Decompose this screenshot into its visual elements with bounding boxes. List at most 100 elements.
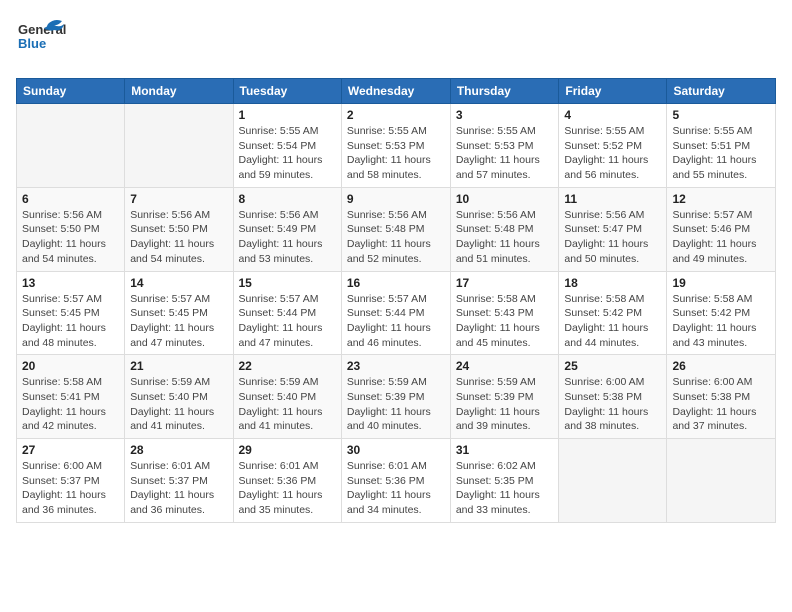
calendar-cell: 20 Sunrise: 5:58 AMSunset: 5:41 PMDayligh… (17, 355, 125, 439)
calendar-cell: 10 Sunrise: 5:56 AMSunset: 5:48 PMDayligh… (450, 187, 559, 271)
day-info: Sunrise: 5:57 AMSunset: 5:45 PMDaylight:… (22, 292, 119, 351)
calendar-cell: 29 Sunrise: 6:01 AMSunset: 5:36 PMDayligh… (233, 439, 341, 523)
calendar-cell: 11 Sunrise: 5:56 AMSunset: 5:47 PMDayligh… (559, 187, 667, 271)
calendar-cell: 27 Sunrise: 6:00 AMSunset: 5:37 PMDayligh… (17, 439, 125, 523)
day-info: Sunrise: 5:56 AMSunset: 5:48 PMDaylight:… (347, 208, 445, 267)
day-info: Sunrise: 6:01 AMSunset: 5:36 PMDaylight:… (239, 459, 336, 518)
day-number: 19 (672, 276, 770, 290)
day-number: 23 (347, 359, 445, 373)
day-info: Sunrise: 5:58 AMSunset: 5:42 PMDaylight:… (672, 292, 770, 351)
day-number: 13 (22, 276, 119, 290)
day-number: 6 (22, 192, 119, 206)
calendar-cell: 16 Sunrise: 5:57 AMSunset: 5:44 PMDayligh… (341, 271, 450, 355)
calendar-week-row: 6 Sunrise: 5:56 AMSunset: 5:50 PMDaylight… (17, 187, 776, 271)
calendar-cell: 17Sunrise: 5:58 AMSunset: 5:43 PMDayligh… (450, 271, 559, 355)
calendar-week-row: 1Sunrise: 5:55 AMSunset: 5:54 PMDaylight… (17, 104, 776, 188)
day-info: Sunrise: 5:58 AMSunset: 5:41 PMDaylight:… (22, 375, 119, 434)
day-info: Sunrise: 6:00 AMSunset: 5:38 PMDaylight:… (672, 375, 770, 434)
day-info: Sunrise: 5:59 AMSunset: 5:40 PMDaylight:… (130, 375, 227, 434)
day-info: Sunrise: 6:01 AMSunset: 5:37 PMDaylight:… (130, 459, 227, 518)
calendar-cell: 7 Sunrise: 5:56 AMSunset: 5:50 PMDaylight… (125, 187, 233, 271)
day-info: Sunrise: 6:00 AMSunset: 5:37 PMDaylight:… (22, 459, 119, 518)
calendar-cell: 4Sunrise: 5:55 AMSunset: 5:52 PMDaylight… (559, 104, 667, 188)
day-number: 31 (456, 443, 554, 457)
day-number: 24 (456, 359, 554, 373)
calendar-cell: 26 Sunrise: 6:00 AMSunset: 5:38 PMDayligh… (667, 355, 776, 439)
calendar-cell: 3 Sunrise: 5:55 AMSunset: 5:53 PMDaylight… (450, 104, 559, 188)
day-number: 15 (239, 276, 336, 290)
day-info: Sunrise: 5:55 AMSunset: 5:53 PMDaylight:… (456, 124, 554, 183)
weekday-header-wednesday: Wednesday (341, 79, 450, 104)
day-info: Sunrise: 5:59 AMSunset: 5:39 PMDaylight:… (347, 375, 445, 434)
day-number: 30 (347, 443, 445, 457)
day-info: Sunrise: 5:56 AMSunset: 5:48 PMDaylight:… (456, 208, 554, 267)
day-number: 11 (564, 192, 661, 206)
calendar-cell: 13 Sunrise: 5:57 AMSunset: 5:45 PMDayligh… (17, 271, 125, 355)
calendar-cell: 12 Sunrise: 5:57 AMSunset: 5:46 PMDayligh… (667, 187, 776, 271)
day-number: 14 (130, 276, 227, 290)
calendar-week-row: 27 Sunrise: 6:00 AMSunset: 5:37 PMDayligh… (17, 439, 776, 523)
day-info: Sunrise: 6:01 AMSunset: 5:36 PMDaylight:… (347, 459, 445, 518)
day-number: 12 (672, 192, 770, 206)
day-info: Sunrise: 6:02 AMSunset: 5:35 PMDaylight:… (456, 459, 554, 518)
calendar-cell: 24Sunrise: 5:59 AMSunset: 5:39 PMDayligh… (450, 355, 559, 439)
day-info: Sunrise: 5:56 AMSunset: 5:47 PMDaylight:… (564, 208, 661, 267)
calendar-cell (17, 104, 125, 188)
calendar-cell: 9 Sunrise: 5:56 AMSunset: 5:48 PMDaylight… (341, 187, 450, 271)
calendar-cell: 31 Sunrise: 6:02 AMSunset: 5:35 PMDayligh… (450, 439, 559, 523)
day-number: 10 (456, 192, 554, 206)
svg-text:Blue: Blue (18, 36, 46, 51)
day-number: 18 (564, 276, 661, 290)
day-info: Sunrise: 6:00 AMSunset: 5:38 PMDaylight:… (564, 375, 661, 434)
day-info: Sunrise: 5:57 AMSunset: 5:46 PMDaylight:… (672, 208, 770, 267)
weekday-header-sunday: Sunday (17, 79, 125, 104)
calendar-cell: 15Sunrise: 5:57 AMSunset: 5:44 PMDayligh… (233, 271, 341, 355)
calendar-cell: 21Sunrise: 5:59 AMSunset: 5:40 PMDayligh… (125, 355, 233, 439)
day-info: Sunrise: 5:55 AMSunset: 5:53 PMDaylight:… (347, 124, 445, 183)
day-number: 2 (347, 108, 445, 122)
day-number: 8 (239, 192, 336, 206)
day-number: 7 (130, 192, 227, 206)
day-number: 5 (672, 108, 770, 122)
calendar-cell (125, 104, 233, 188)
weekday-header-friday: Friday (559, 79, 667, 104)
day-info: Sunrise: 5:56 AMSunset: 5:49 PMDaylight:… (239, 208, 336, 267)
logo: General Blue (16, 16, 66, 66)
weekday-header-tuesday: Tuesday (233, 79, 341, 104)
calendar-cell: 23 Sunrise: 5:59 AMSunset: 5:39 PMDayligh… (341, 355, 450, 439)
day-info: Sunrise: 5:57 AMSunset: 5:45 PMDaylight:… (130, 292, 227, 351)
day-number: 29 (239, 443, 336, 457)
day-info: Sunrise: 5:57 AMSunset: 5:44 PMDaylight:… (347, 292, 445, 351)
day-info: Sunrise: 5:56 AMSunset: 5:50 PMDaylight:… (22, 208, 119, 267)
day-info: Sunrise: 5:55 AMSunset: 5:54 PMDaylight:… (239, 124, 336, 183)
day-info: Sunrise: 5:56 AMSunset: 5:50 PMDaylight:… (130, 208, 227, 267)
day-number: 16 (347, 276, 445, 290)
day-number: 27 (22, 443, 119, 457)
calendar-cell (667, 439, 776, 523)
calendar-week-row: 13 Sunrise: 5:57 AMSunset: 5:45 PMDayligh… (17, 271, 776, 355)
day-number: 25 (564, 359, 661, 373)
logo-image: General Blue (16, 16, 66, 66)
weekday-header-monday: Monday (125, 79, 233, 104)
day-number: 20 (22, 359, 119, 373)
calendar-table: SundayMondayTuesdayWednesdayThursdayFrid… (16, 78, 776, 523)
calendar-cell: 2 Sunrise: 5:55 AMSunset: 5:53 PMDaylight… (341, 104, 450, 188)
calendar-cell: 28 Sunrise: 6:01 AMSunset: 5:37 PMDayligh… (125, 439, 233, 523)
calendar-cell: 30 Sunrise: 6:01 AMSunset: 5:36 PMDayligh… (341, 439, 450, 523)
weekday-header-thursday: Thursday (450, 79, 559, 104)
day-number: 9 (347, 192, 445, 206)
calendar-cell: 6 Sunrise: 5:56 AMSunset: 5:50 PMDaylight… (17, 187, 125, 271)
calendar-cell: 8 Sunrise: 5:56 AMSunset: 5:49 PMDaylight… (233, 187, 341, 271)
calendar-cell: 22 Sunrise: 5:59 AMSunset: 5:40 PMDayligh… (233, 355, 341, 439)
calendar-cell (559, 439, 667, 523)
day-number: 22 (239, 359, 336, 373)
day-info: Sunrise: 5:59 AMSunset: 5:40 PMDaylight:… (239, 375, 336, 434)
calendar-week-row: 20 Sunrise: 5:58 AMSunset: 5:41 PMDayligh… (17, 355, 776, 439)
day-number: 28 (130, 443, 227, 457)
weekday-header-saturday: Saturday (667, 79, 776, 104)
calendar-cell: 5Sunrise: 5:55 AMSunset: 5:51 PMDaylight… (667, 104, 776, 188)
day-number: 26 (672, 359, 770, 373)
day-number: 4 (564, 108, 661, 122)
calendar-cell: 25 Sunrise: 6:00 AMSunset: 5:38 PMDayligh… (559, 355, 667, 439)
day-number: 3 (456, 108, 554, 122)
